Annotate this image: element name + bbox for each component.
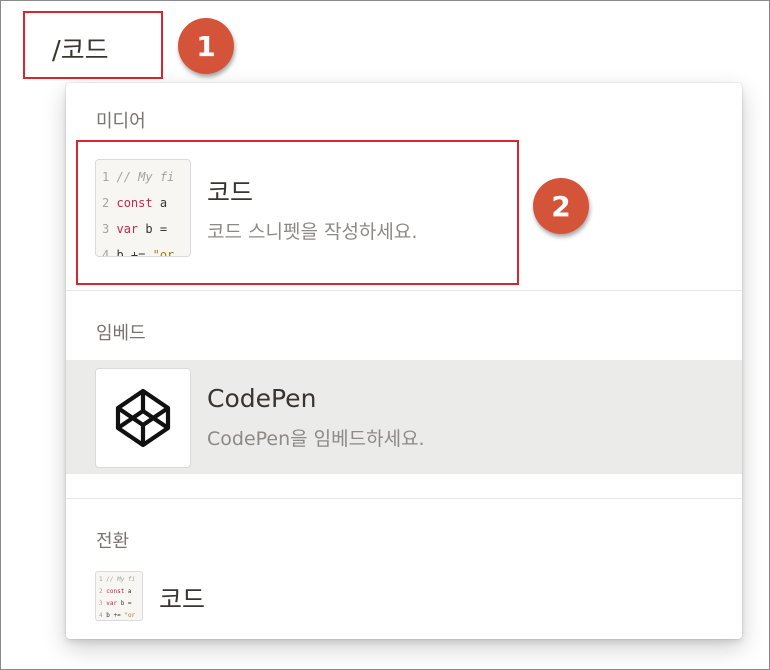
callout-badge-1: 1 — [178, 18, 234, 74]
item-highlight-box — [76, 140, 519, 285]
menu-item-codepen-description: CodePen을 임베드하세요. — [207, 428, 425, 450]
mini-code-thumbnail-text: 1 // My fi 2 const a 3 var b = 4 b += "o… — [99, 576, 136, 619]
section-label-media: 미디어 — [96, 111, 146, 132]
section-label-embed: 임베드 — [96, 323, 146, 344]
slash-command-menu: 미디어 1 // My fi 2 const a 3 var b = 4 b +… — [66, 83, 742, 639]
menu-item-codepen-title: CodePen — [207, 384, 317, 413]
section-divider — [66, 498, 742, 499]
codepen-icon — [95, 368, 191, 468]
menu-item-turn-into-code-title: 코드 — [159, 585, 206, 614]
callout-badge-2: 2 — [533, 178, 589, 234]
code-thumbnail-icon: 1 // My fi 2 const a 3 var b = 4 b += "o… — [95, 571, 143, 621]
section-label-turn-into: 전환 — [96, 531, 130, 552]
section-divider — [66, 290, 742, 291]
slash-command-text[interactable]: /코드 — [52, 30, 109, 67]
menu-item-codepen[interactable]: CodePen CodePen을 임베드하세요. — [66, 360, 742, 474]
